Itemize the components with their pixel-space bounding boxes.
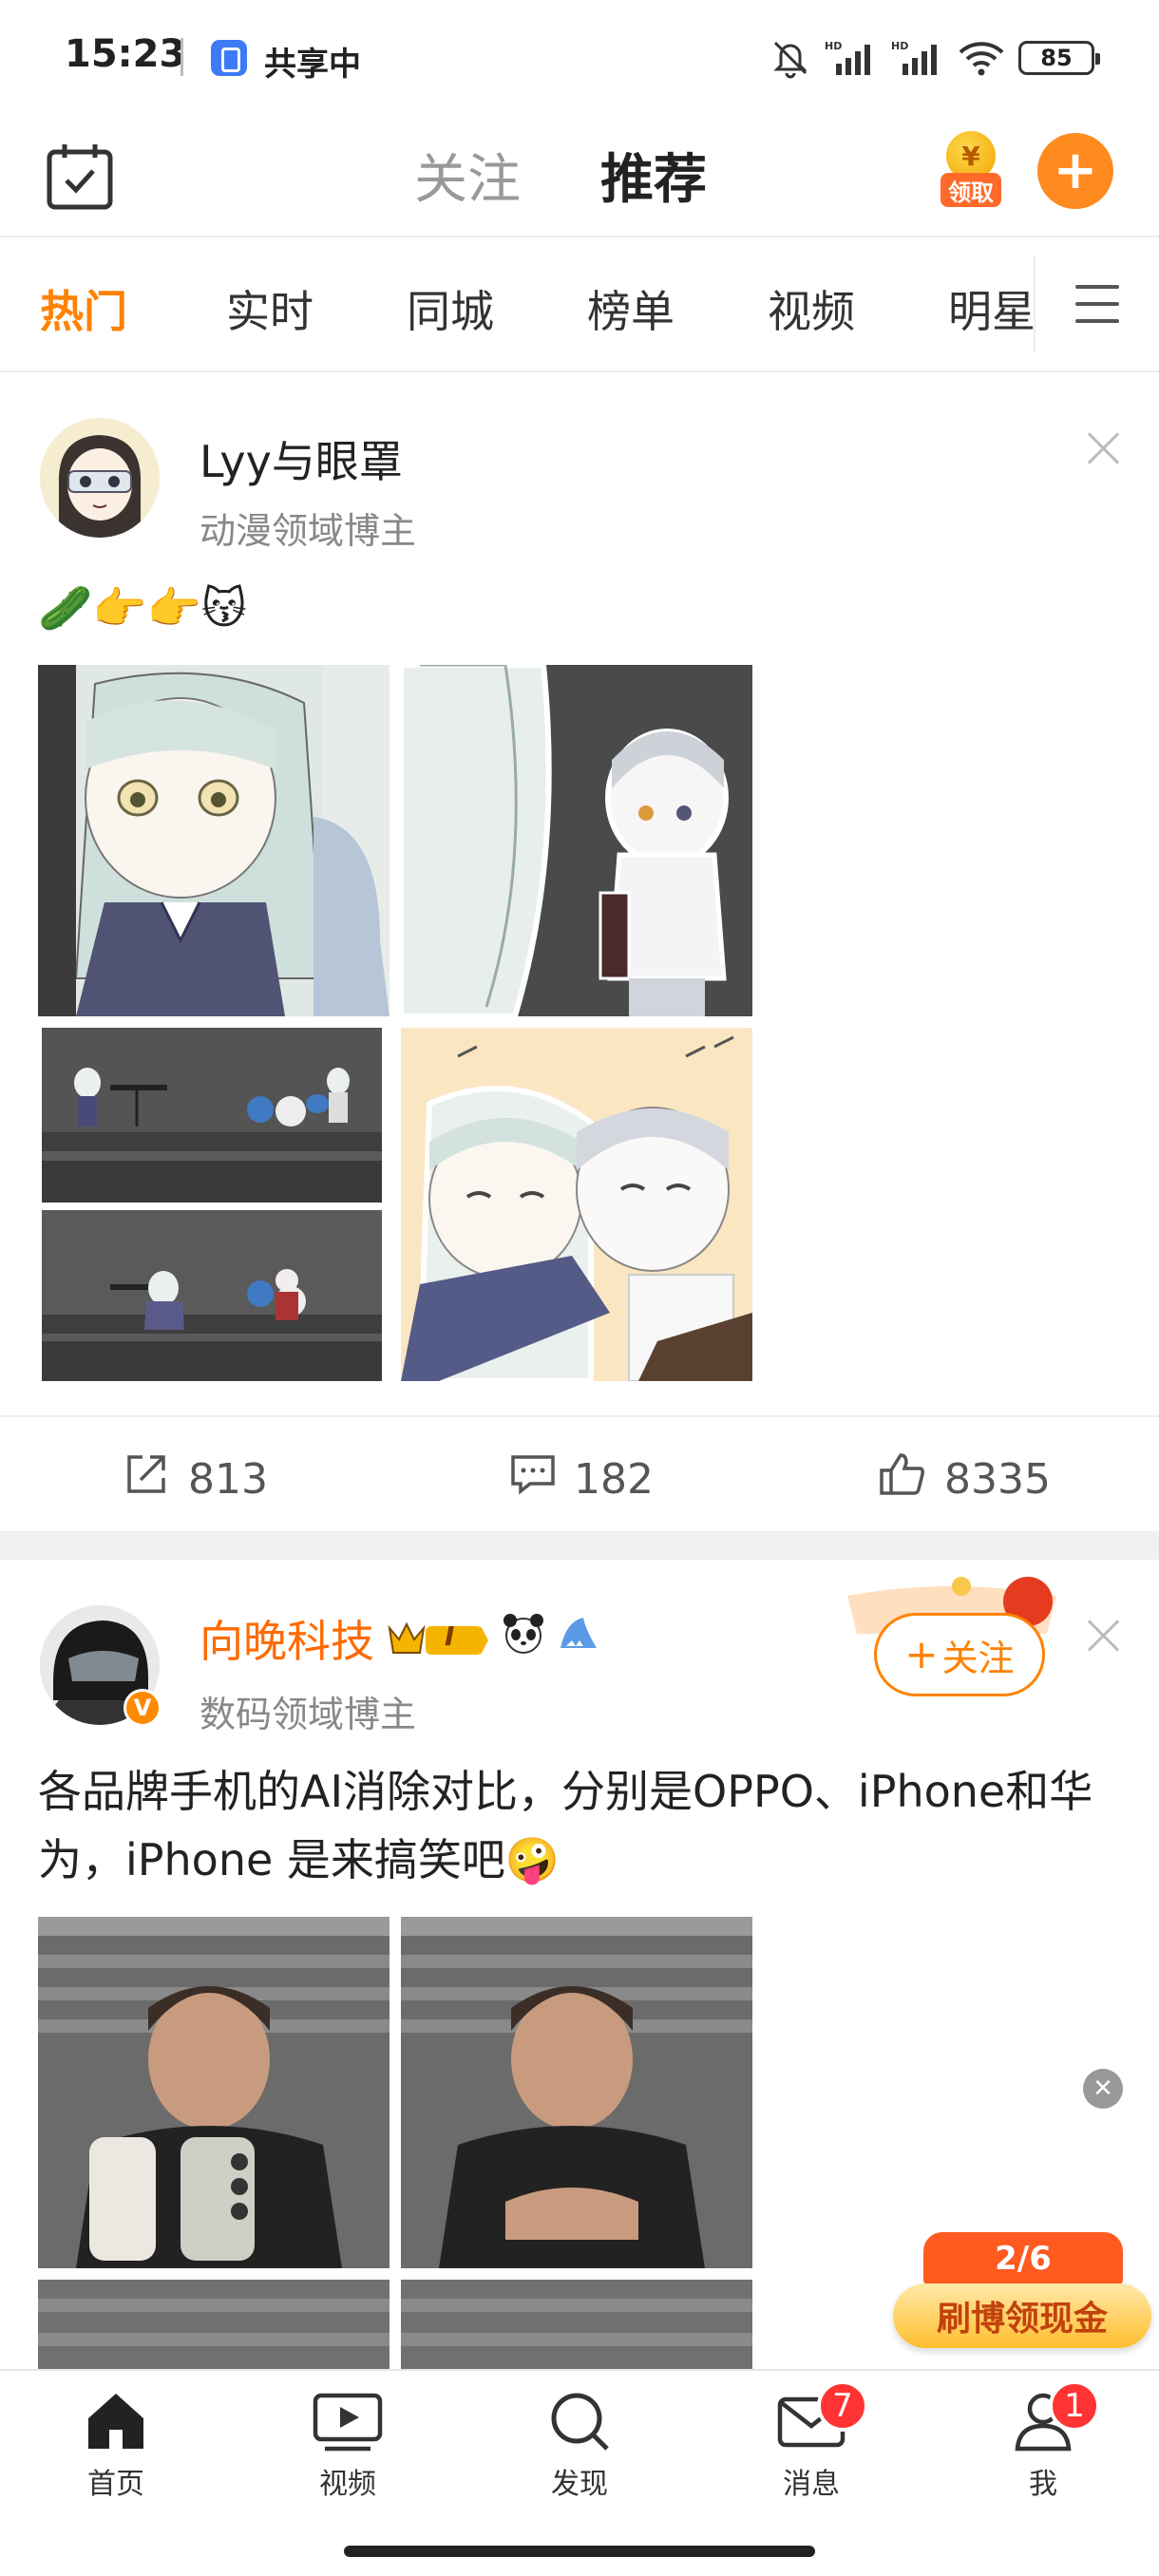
- svg-text:HD: HD: [891, 40, 908, 52]
- feed-tabs: 关注 推荐: [414, 137, 707, 214]
- close-icon[interactable]: ✕: [1083, 2069, 1123, 2109]
- plus-icon: +: [904, 1631, 939, 1677]
- panda-icon: [502, 1612, 545, 1666]
- post-image[interactable]: [401, 1917, 752, 2268]
- battery-icon: 85: [1018, 41, 1100, 75]
- post-divider: [0, 1531, 1159, 1560]
- repost-button[interactable]: 813: [124, 1451, 268, 1507]
- claim-label: 领取: [940, 173, 1001, 207]
- video-icon: [281, 2388, 414, 2454]
- post-image[interactable]: [401, 1028, 752, 1381]
- avatar[interactable]: [40, 418, 160, 538]
- tab-discover[interactable]: 发现: [513, 2388, 646, 2502]
- channel-menu-icon[interactable]: [1075, 285, 1119, 323]
- post-author-row: 向晚科技 I: [200, 1607, 600, 1670]
- claim-coin-button[interactable]: ¥ 领取: [940, 131, 1001, 218]
- follow-label: 关注: [941, 1637, 1015, 1679]
- follow-button[interactable]: + 关注: [874, 1613, 1045, 1696]
- status-bar: 15:23 共享中 HD HD 85: [0, 0, 1159, 114]
- cellular-signal-icon: HD: [825, 39, 878, 77]
- post-image[interactable]: [401, 665, 752, 1016]
- verified-badge-icon: V: [124, 1689, 162, 1727]
- post-actions: 813 182 8335: [0, 1415, 1159, 1529]
- task-progress: 2/6: [923, 2232, 1123, 2285]
- screen-share-icon: [211, 40, 247, 76]
- weibo-feed-screen: 15:23 共享中 HD HD 85 关注 推荐 ¥ 领取 + 热门 实时 同城…: [0, 0, 1159, 2576]
- post-author-subtitle: 数码领域博主: [200, 1694, 417, 1735]
- channel-rankings[interactable]: 榜单: [587, 277, 674, 340]
- wifi-icon: [958, 39, 1005, 77]
- channel-celebrity[interactable]: 明星: [948, 277, 1036, 340]
- channel-hot[interactable]: 热门: [40, 277, 127, 340]
- vip-badge-icon: I: [386, 1617, 490, 1660]
- tab-home[interactable]: 首页: [49, 2388, 182, 2502]
- post-author-subtitle: 动漫领域博主: [200, 510, 417, 552]
- like-count: 8335: [944, 1455, 1051, 1504]
- channel-bar: 热门 实时 同城 榜单 视频 明星: [0, 239, 1159, 372]
- repost-count: 813: [188, 1455, 268, 1504]
- post-image[interactable]: [38, 2280, 390, 2375]
- cash-reward-button[interactable]: 刷博领现金: [893, 2283, 1151, 2348]
- cellular-signal-2-icon: HD: [891, 39, 944, 77]
- top-nav: 关注 推荐 ¥ 领取 +: [0, 123, 1159, 237]
- post-text: 🥒👉👉😽: [38, 582, 247, 634]
- home-icon: [49, 2388, 182, 2454]
- comment-icon: [509, 1451, 557, 1507]
- home-indicator[interactable]: [344, 2546, 815, 2557]
- post-image[interactable]: [38, 665, 390, 1016]
- messages-badge: 7: [817, 2380, 868, 2432]
- search-icon: [513, 2388, 646, 2454]
- share-icon: [124, 1451, 171, 1507]
- like-button[interactable]: 8335: [878, 1451, 1051, 1507]
- close-icon[interactable]: [1087, 431, 1121, 465]
- comment-count: 182: [574, 1455, 654, 1504]
- post-author-name[interactable]: 向晚科技: [200, 1607, 374, 1670]
- mute-bell-icon: [770, 39, 811, 79]
- channel-realtime[interactable]: 实时: [226, 277, 314, 340]
- tab-recommended[interactable]: 推荐: [600, 137, 707, 214]
- status-indicators: HD HD 85: [770, 36, 1100, 80]
- tab-messages[interactable]: 消息 7: [745, 2380, 878, 2502]
- post-image[interactable]: [401, 2280, 752, 2375]
- channel-local[interactable]: 同城: [407, 277, 494, 340]
- shark-icon: [557, 1612, 600, 1666]
- post-text: 各品牌手机的AI消除对比，分别是OPPO、iPhone和华为，iPhone 是来…: [38, 1766, 1093, 1885]
- post-image[interactable]: [42, 1028, 382, 1203]
- status-separator: [180, 38, 183, 76]
- channel-divider: [1034, 256, 1036, 351]
- calendar-check-icon[interactable]: [44, 141, 116, 213]
- tab-me[interactable]: 我 1: [977, 2380, 1110, 2502]
- feed-post: Lyy与眼罩 动漫领域博主 🥒👉👉😽 813 182 8335: [0, 374, 1159, 1529]
- close-icon[interactable]: [1087, 1619, 1121, 1653]
- status-time: 15:23: [65, 32, 186, 76]
- create-post-button[interactable]: +: [1037, 133, 1113, 209]
- channel-video[interactable]: 视频: [768, 277, 855, 340]
- svg-text:HD: HD: [825, 40, 842, 52]
- post-author-name[interactable]: Lyy与眼罩: [200, 427, 403, 490]
- post-image[interactable]: [42, 1210, 382, 1381]
- screen-share-label: 共享中: [264, 46, 361, 84]
- profile-badge: 1: [1049, 2380, 1100, 2432]
- tab-following[interactable]: 关注: [414, 137, 521, 214]
- post-image[interactable]: [38, 1917, 390, 2268]
- tab-video[interactable]: 视频: [281, 2388, 414, 2502]
- thumbs-up-icon: [878, 1451, 927, 1507]
- comment-button[interactable]: 182: [509, 1451, 654, 1507]
